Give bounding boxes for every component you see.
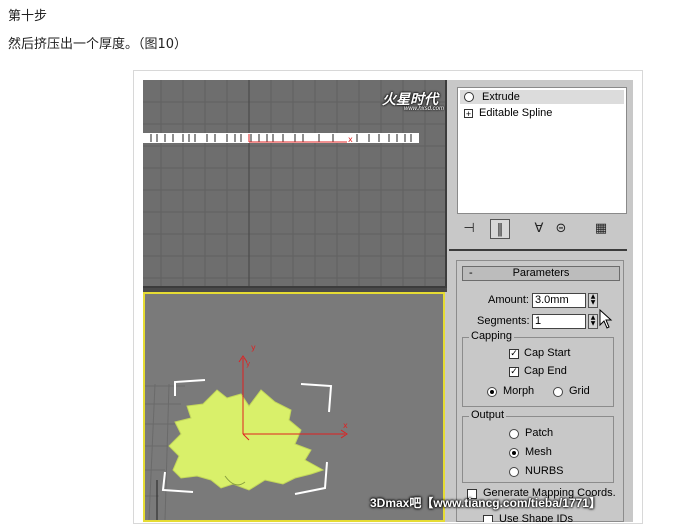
- segments-field[interactable]: 1: [532, 314, 586, 329]
- make-unique-icon[interactable]: ∀: [529, 219, 549, 239]
- morph-label: Morph: [503, 385, 535, 397]
- perspective-viewport[interactable]: y x y: [143, 292, 445, 522]
- stack-item-editable-spline[interactable]: + Editable Spline: [460, 106, 624, 120]
- svg-text:x: x: [348, 135, 353, 144]
- footer-watermark: 3Dmax吧【www.tiancg.com/tieba/1771】: [370, 496, 601, 510]
- nurbs-radio[interactable]: [509, 467, 519, 477]
- cap-end-label: Cap End: [524, 365, 567, 377]
- mouse-cursor-icon: [599, 309, 613, 329]
- amount-field[interactable]: 3.0mm: [532, 293, 586, 308]
- cap-start-label: Cap Start: [524, 347, 571, 359]
- grid-label: Grid: [569, 385, 590, 397]
- segments-spinner[interactable]: ▲ ▼: [588, 314, 598, 329]
- use-shape-ids-label: Use Shape IDs: [499, 513, 573, 522]
- amount-spinner[interactable]: ▲ ▼: [588, 293, 598, 308]
- logo-watermark-text: 火星时代: [382, 91, 438, 107]
- amount-label: Amount:: [488, 294, 529, 306]
- logo-watermark-url: www.hxsd.com: [404, 106, 445, 112]
- stack-item-label: Extrude: [482, 91, 520, 103]
- segments-label: Segments:: [477, 315, 530, 327]
- capping-group: Capping ✓ Cap Start ✓ Cap End Morph Grid: [462, 330, 614, 407]
- max-screenshot: x y x y Extrude + Editable Spline ⊣ ‖ ∀ …: [143, 80, 633, 522]
- output-group: Output Patch Mesh NURBS: [462, 409, 614, 483]
- mesh-label: Mesh: [525, 446, 552, 458]
- perspective-viewport-scene: y x y: [145, 343, 348, 521]
- nurbs-label: NURBS: [525, 465, 564, 477]
- show-end-result-icon[interactable]: ‖: [490, 219, 510, 239]
- use-shape-ids-checkbox[interactable]: [483, 515, 493, 522]
- svg-text:y: y: [251, 343, 256, 352]
- step-description: 然后挤压出一个厚度。（图10）: [8, 37, 188, 52]
- patch-radio[interactable]: [509, 429, 519, 439]
- step-title: 第十步: [8, 9, 48, 24]
- stack-item-extrude[interactable]: Extrude: [460, 90, 624, 104]
- pin-stack-icon[interactable]: ⊣: [459, 219, 479, 239]
- parameters-rollout: - Parameters Amount: 3.0mm ▲ ▼ Segments: …: [456, 260, 624, 522]
- morph-radio[interactable]: [487, 387, 497, 397]
- svg-text:x: x: [343, 421, 348, 430]
- rollout-title: Parameters: [512, 267, 570, 279]
- cap-end-checkbox[interactable]: ✓: [509, 367, 519, 377]
- parameters-rollout-header[interactable]: - Parameters: [462, 266, 620, 281]
- mesh-radio[interactable]: [509, 448, 519, 458]
- stack-item-label: Editable Spline: [479, 107, 553, 119]
- modifier-stack[interactable]: Extrude + Editable Spline: [457, 87, 627, 214]
- remove-modifier-icon[interactable]: ⊝: [551, 219, 571, 239]
- output-title: Output: [469, 409, 507, 421]
- plus-box-icon[interactable]: +: [464, 108, 473, 118]
- hxsd-logo-watermark: 火星时代 www.hxsd.com: [382, 89, 444, 112]
- cap-start-checkbox[interactable]: ✓: [509, 349, 519, 359]
- panel-divider: [449, 249, 627, 251]
- collapse-icon[interactable]: -: [469, 267, 473, 280]
- patch-label: Patch: [525, 427, 554, 439]
- command-panel: Extrude + Editable Spline ⊣ ‖ ∀ ⊝ ▦ - Pa…: [449, 80, 633, 522]
- lightbulb-icon[interactable]: [464, 92, 474, 102]
- configure-sets-icon[interactable]: ▦: [591, 219, 611, 239]
- svg-text:y: y: [246, 360, 250, 368]
- capping-title: Capping: [469, 330, 514, 342]
- grid-radio[interactable]: [553, 387, 563, 397]
- stack-toolbar: ⊣ ‖ ∀ ⊝ ▦: [457, 219, 629, 241]
